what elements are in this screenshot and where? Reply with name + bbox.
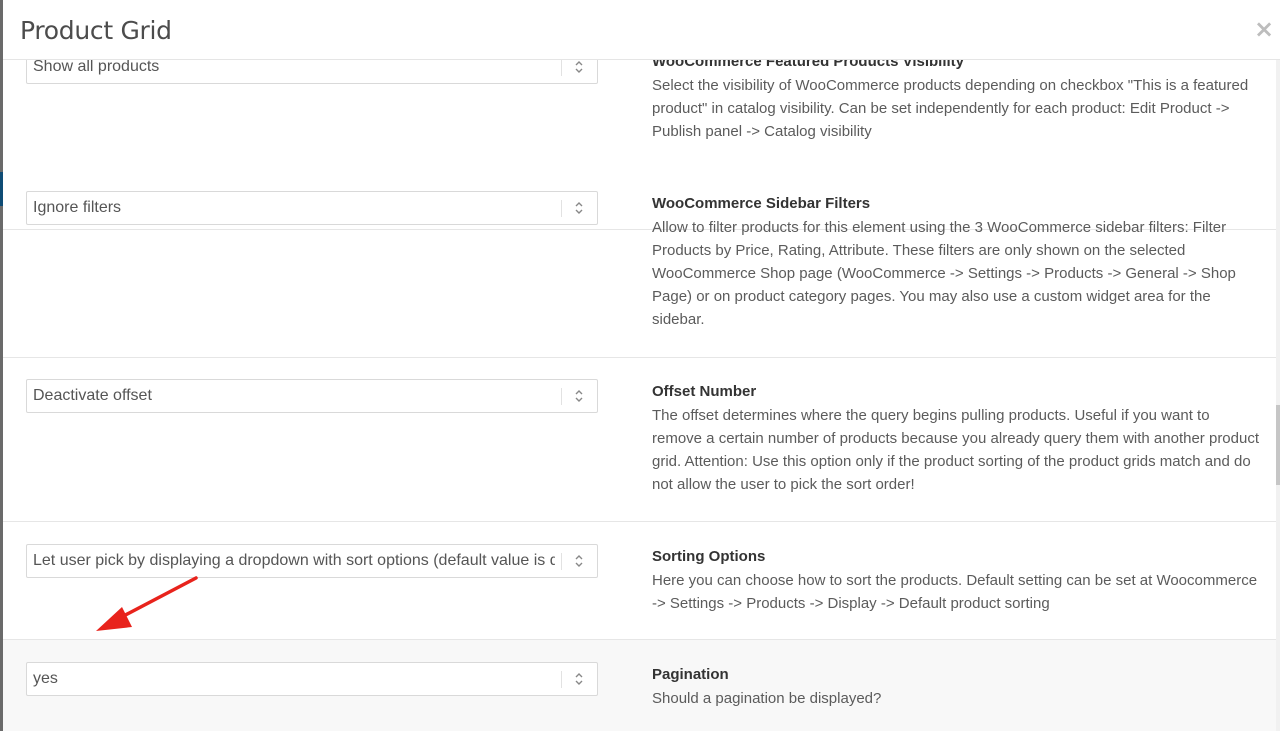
up-down-chevron-icon: [575, 61, 583, 73]
up-down-chevron-icon: [575, 673, 583, 685]
select-value: Ignore filters: [33, 199, 122, 216]
select-divider: [561, 553, 562, 570]
select-divider: [561, 200, 562, 217]
up-down-chevron-icon: [575, 555, 583, 567]
option-title: Sorting Options: [652, 548, 766, 565]
option-description: Here you can choose how to sort the prod…: [652, 572, 1258, 612]
up-down-chevron-icon: [575, 202, 583, 214]
pagination-select[interactable]: yes: [26, 662, 598, 696]
sidebar-filters-select[interactable]: Ignore filters: [26, 191, 598, 225]
offset-number-select[interactable]: Deactivate offset: [26, 379, 598, 413]
select-divider: [561, 671, 562, 688]
page: Product Grid × Show all products WooComm…: [0, 0, 1280, 731]
select-value: Deactivate offset: [33, 387, 152, 404]
scrollbar[interactable]: [1276, 60, 1280, 731]
option-description: Allow to filter products for this elemen…: [652, 219, 1236, 328]
red-arrow-annotation-icon: [96, 576, 198, 631]
option-row-sidebar-filters: Ignore filters WooCommerce Sidebar Filte…: [3, 170, 1276, 358]
option-description: The offset determines where the query be…: [652, 407, 1260, 493]
option-row-offset-number: Deactivate offset Offset Number The offs…: [3, 358, 1276, 522]
option-title: WooCommerce Sidebar Filters: [652, 195, 871, 212]
option-title: Offset Number: [652, 383, 757, 400]
option-title: Pagination: [652, 666, 729, 683]
modal-header: Product Grid ×: [3, 0, 1280, 60]
select-value: Show all products: [33, 60, 160, 75]
scrollbar-thumb[interactable]: [1276, 405, 1280, 485]
select-divider: [561, 388, 562, 405]
option-title: WooCommerce Featured Products Visibility: [652, 60, 965, 70]
select-divider: [561, 60, 562, 76]
option-row-pagination: yes Pagination Should a pagination be di…: [3, 640, 1276, 731]
select-value: yes: [33, 670, 58, 687]
modal-title: Product Grid: [20, 16, 172, 45]
option-description: Select the visibility of WooCommerce pro…: [652, 77, 1249, 140]
up-down-chevron-icon: [575, 390, 583, 402]
close-icon[interactable]: ×: [1252, 17, 1276, 41]
select-value: Let user pick by displaying a dropdown w…: [33, 552, 555, 569]
option-description: Should a pagination be displayed?: [652, 690, 882, 707]
featured-visibility-select[interactable]: Show all products: [26, 60, 598, 84]
